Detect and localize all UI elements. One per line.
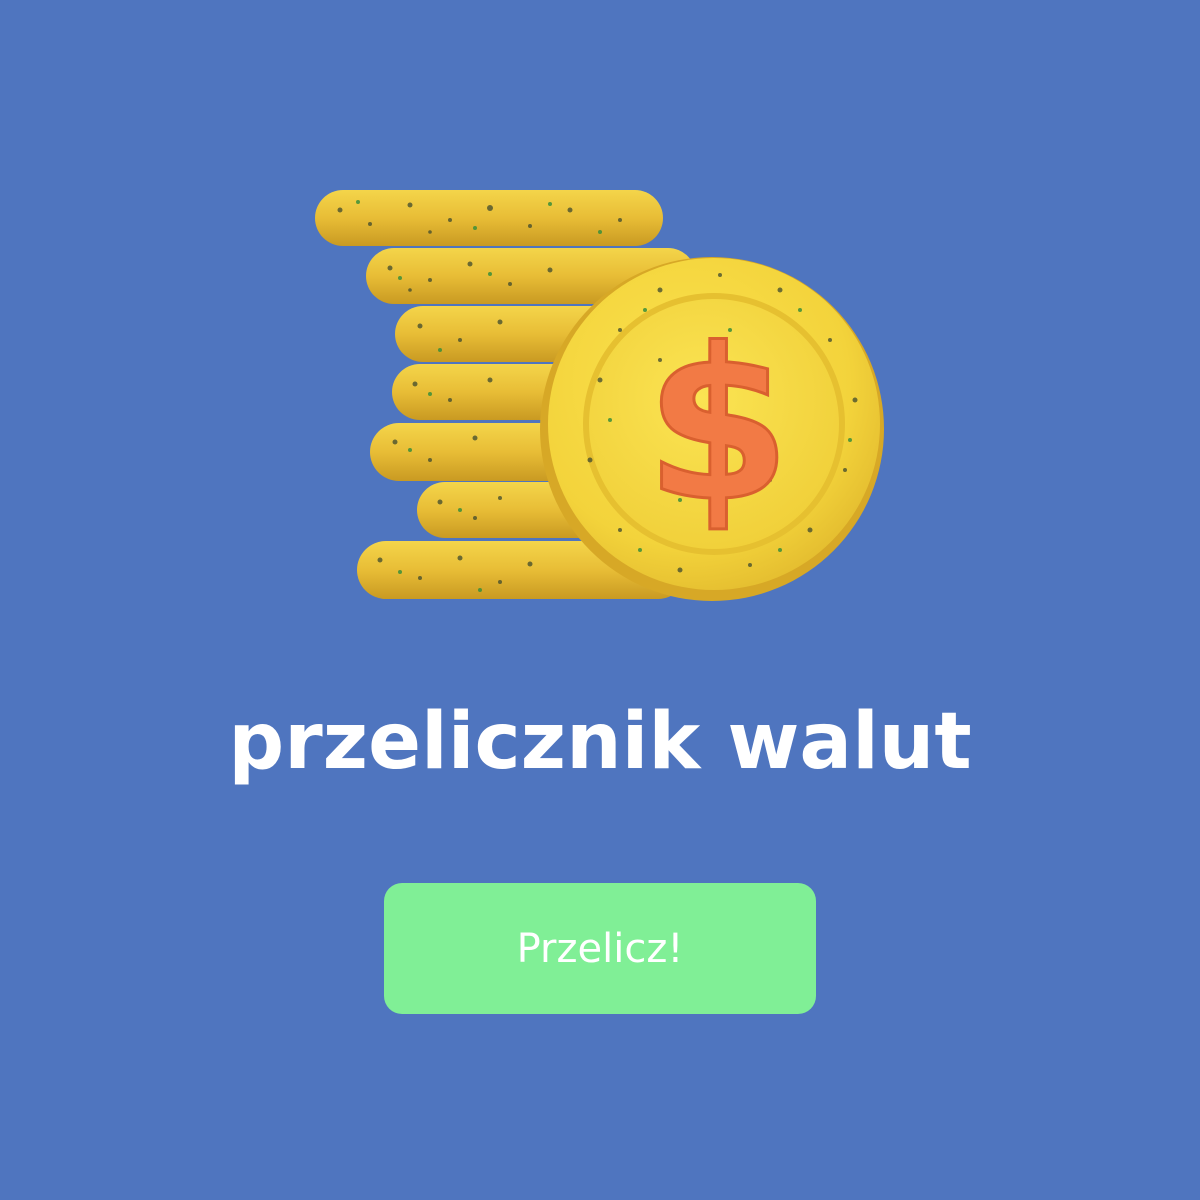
convert-button[interactable]: Przelicz! xyxy=(384,883,816,1014)
page-title: przelicznik walut xyxy=(228,697,972,787)
coin-stack-illustration: $ xyxy=(300,180,900,610)
front-coin: $ xyxy=(540,257,884,601)
dollar-symbol: $ xyxy=(645,303,791,548)
coin-stack-dollar-icon: $ xyxy=(315,190,884,601)
